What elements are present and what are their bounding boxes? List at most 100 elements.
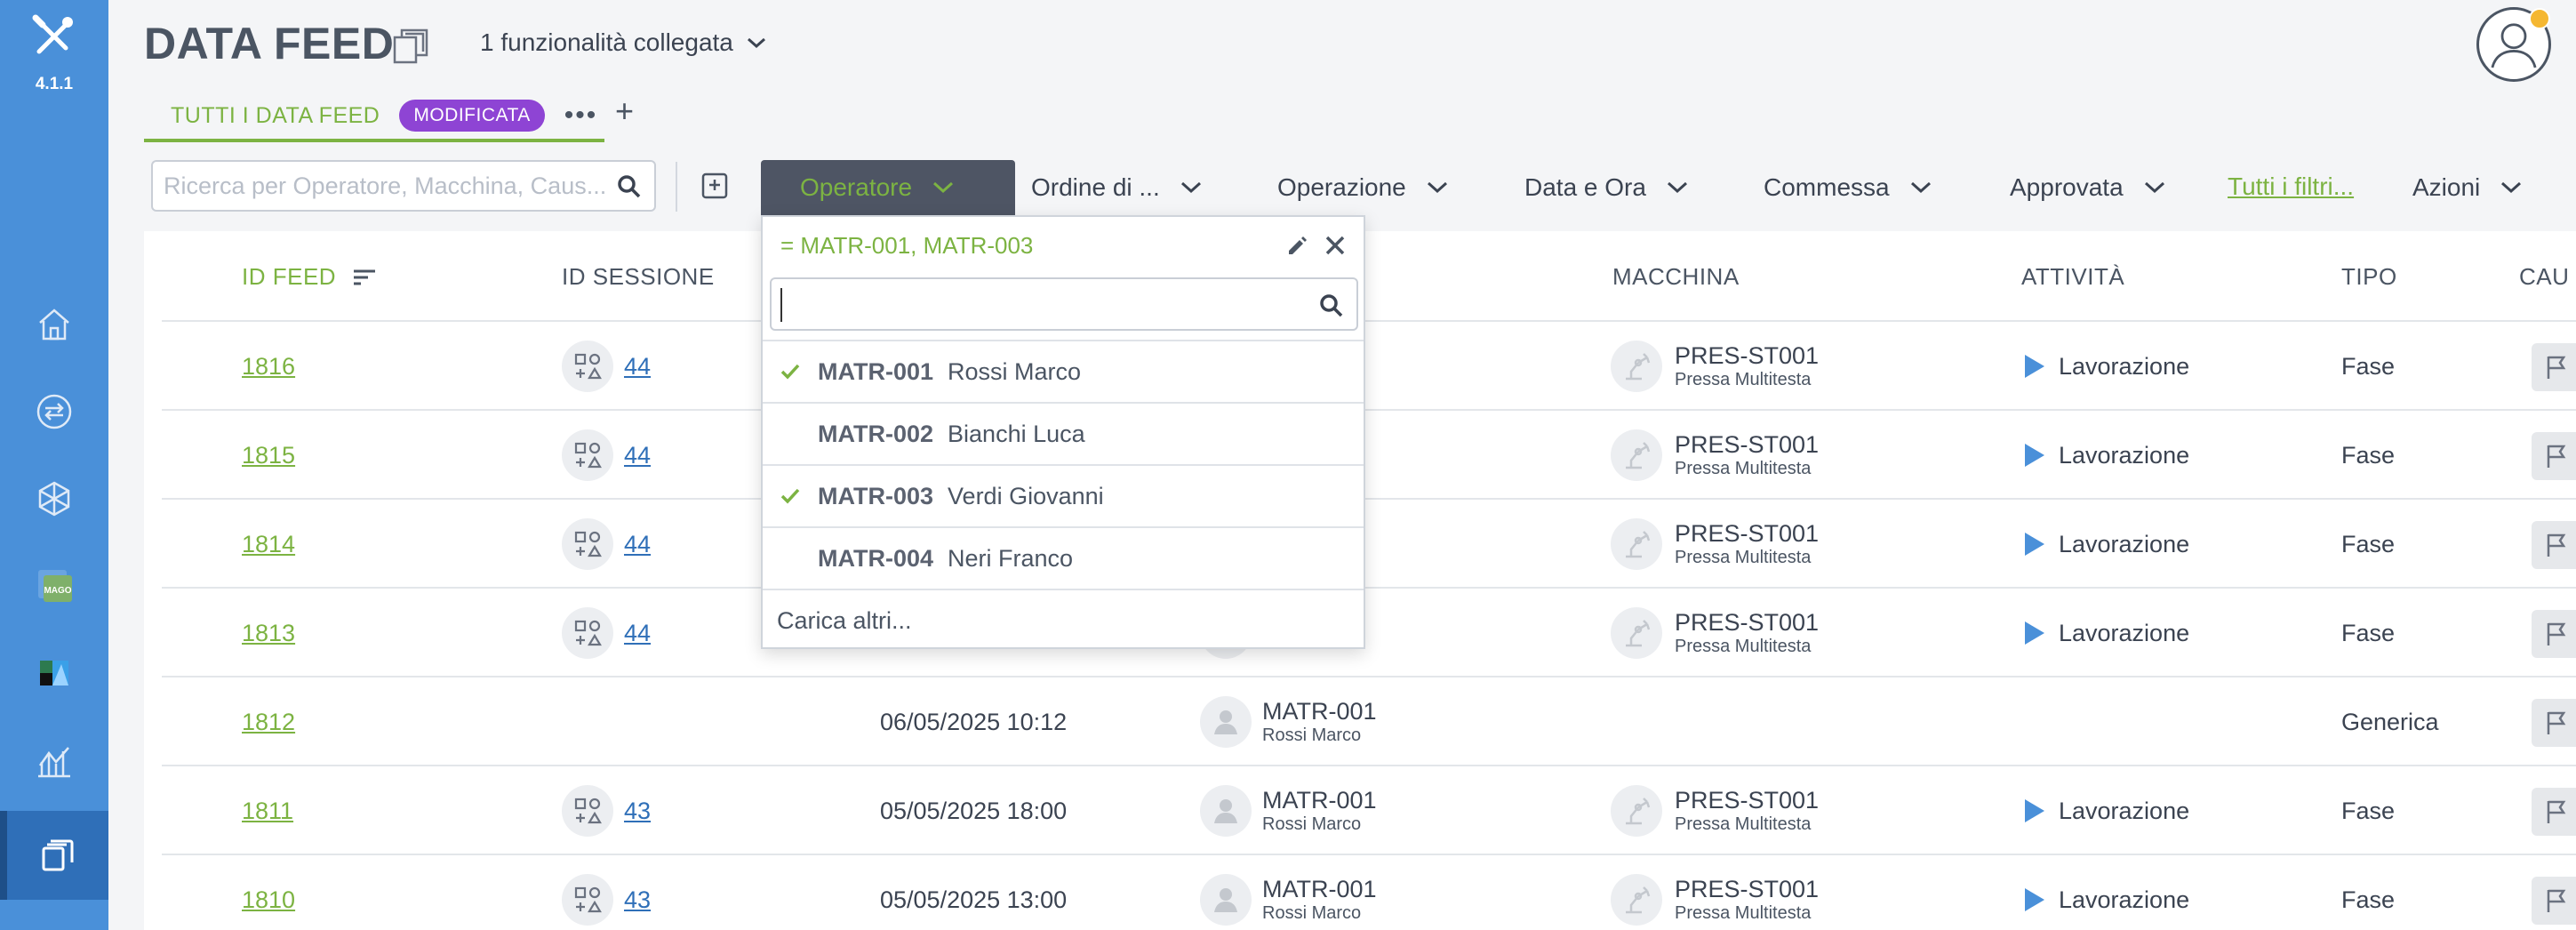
analytics-app-icon[interactable] xyxy=(0,633,108,713)
type-cell: Generica xyxy=(2341,708,2439,735)
chevron-down-icon xyxy=(1910,181,1931,194)
linked-features-dropdown[interactable]: 1 funzionalità collegata xyxy=(480,28,767,57)
column-header-tipo[interactable]: TIPO xyxy=(2341,263,2397,291)
app-logo-wrench-icon[interactable] xyxy=(0,12,108,65)
flag-button[interactable] xyxy=(2532,610,2576,658)
session-link[interactable]: 44 xyxy=(624,620,651,647)
activity-label: Lavorazione xyxy=(2059,797,2190,824)
type-cell: Fase xyxy=(2341,441,2396,469)
option-name: Rossi Marco xyxy=(948,357,1082,385)
id-feed-link[interactable]: 1815 xyxy=(242,442,295,469)
session-icon xyxy=(574,531,602,557)
chart-icon[interactable] xyxy=(0,720,108,800)
session-link[interactable]: 43 xyxy=(624,886,651,914)
id-feed-link[interactable]: 1814 xyxy=(242,531,295,558)
flag-button[interactable] xyxy=(2532,788,2576,836)
data-feed-nav-icon[interactable] xyxy=(0,811,108,900)
operator-option[interactable]: MATR-004 Neri Franco xyxy=(763,526,1364,589)
column-header-macchina[interactable]: MACCHINA xyxy=(1612,263,1740,291)
flag-button[interactable] xyxy=(2532,877,2576,925)
session-link[interactable]: 44 xyxy=(624,531,651,558)
exchange-icon[interactable] xyxy=(0,372,108,452)
table-row[interactable]: 181344Rossi MarcoPRES-ST001Pressa Multit… xyxy=(162,587,2576,676)
machine-icon-wrap xyxy=(1611,429,1662,481)
filter-label: Ordine di ... xyxy=(1031,173,1160,201)
toolbar-divider xyxy=(676,162,677,212)
id-feed-link[interactable]: 1810 xyxy=(242,886,295,914)
table-row[interactable]: 1812 06/05/2025 10:12 MATR-001 Rossi Marco G… xyxy=(162,676,2576,765)
pencil-icon[interactable] xyxy=(1285,235,1308,258)
filter-operatore[interactable]: Operatore xyxy=(761,160,1015,215)
column-header-id-feed[interactable]: ID FEED xyxy=(242,263,377,291)
machine-desc: Pressa Multitesta xyxy=(1675,458,1812,478)
operator-cell: MATR-001 Rossi Marco xyxy=(1200,855,1377,930)
session-cell: 44 xyxy=(562,322,651,411)
close-icon[interactable] xyxy=(1323,233,1348,258)
id-feed-link[interactable]: 1811 xyxy=(242,798,293,825)
flag-button[interactable] xyxy=(2532,521,2576,569)
filter-toolbar: Operatore Ordine di ... Operazione Data … xyxy=(144,156,2576,215)
machine-cell: PRES-ST001 Pressa Multitesta xyxy=(1611,855,1819,930)
filter-label: Operazione xyxy=(1277,173,1406,201)
id-feed-cell: 1813 xyxy=(242,589,295,677)
option-code: MATR-002 xyxy=(818,420,934,447)
activity-cell: Lavorazione xyxy=(2023,500,2189,589)
flag-icon xyxy=(2547,445,2566,468)
copy-icon[interactable] xyxy=(391,25,432,66)
session-link[interactable]: 43 xyxy=(624,798,651,825)
dropdown-search-input[interactable] xyxy=(780,288,1296,322)
column-header-attivita[interactable]: ATTIVITÀ xyxy=(2021,263,2124,291)
session-link[interactable]: 44 xyxy=(624,442,651,469)
filter-label: Operatore xyxy=(800,173,913,201)
search-input[interactable] xyxy=(164,172,617,200)
add-tab-button[interactable]: + xyxy=(615,92,634,130)
table-row[interactable]: 1815 44 PRES-ST001 Pressa Multitesta Lavoraz… xyxy=(162,409,2576,498)
add-filter-icon[interactable] xyxy=(700,171,730,201)
id-feed-cell: 1812 xyxy=(242,677,295,766)
user-avatar-button[interactable] xyxy=(2476,7,2551,82)
all-filters-link[interactable]: Tutti i filtri... xyxy=(2228,172,2354,201)
column-header-label: MACCHINA xyxy=(1612,263,1740,290)
machine-icon-wrap xyxy=(1611,607,1662,659)
filter-ordine[interactable]: Ordine di ... xyxy=(1031,160,1203,215)
tab-more-button[interactable]: ••• xyxy=(564,100,598,131)
machine-desc: Pressa Multitesta xyxy=(1675,636,1812,656)
operator-avatar xyxy=(1200,874,1252,926)
operator-option[interactable]: MATR-002 Bianchi Luca xyxy=(763,402,1364,464)
search-field[interactable] xyxy=(151,160,656,212)
play-icon xyxy=(2025,888,2044,911)
id-feed-link[interactable]: 1812 xyxy=(242,709,295,736)
robot-arm-icon xyxy=(1626,886,1651,914)
selected-operators: = MATR-001, MATR-003 xyxy=(780,231,1034,259)
flag-button[interactable] xyxy=(2532,343,2576,391)
table-row[interactable]: 1810 43 05/05/2025 13:00 MATR-001 Rossi Marc… xyxy=(162,854,2576,930)
table-row[interactable]: 1811 43 05/05/2025 18:00 MATR-001 Rossi Marc… xyxy=(162,765,2576,854)
user-icon xyxy=(1214,799,1237,823)
home-icon[interactable] xyxy=(0,285,108,365)
search-icon[interactable] xyxy=(1319,293,1344,318)
column-header-id-sessione[interactable]: ID SESSIONE xyxy=(562,263,715,291)
flag-button[interactable] xyxy=(2532,432,2576,480)
table-row[interactable]: 1814 44 PRES-ST001 Pressa Multitesta Lavoraz… xyxy=(162,498,2576,587)
filter-data-e-ora[interactable]: Data e Ora xyxy=(1524,160,1689,215)
load-more-button[interactable]: Carica altri... xyxy=(763,589,1364,651)
operator-option[interactable]: MATR-003 Verdi Giovanni xyxy=(763,464,1364,526)
session-link[interactable]: 44 xyxy=(624,353,651,381)
actions-menu[interactable]: Azioni xyxy=(2412,160,2523,215)
id-feed-link[interactable]: 1816 xyxy=(242,353,295,381)
cube-network-icon[interactable] xyxy=(0,459,108,539)
operator-option[interactable]: MATR-001 Rossi Marco xyxy=(763,340,1364,402)
play-icon xyxy=(2025,621,2044,645)
filter-commessa[interactable]: Commessa xyxy=(1764,160,1932,215)
app-version: 4.1.1 xyxy=(35,75,74,93)
search-icon[interactable] xyxy=(617,174,642,199)
filter-approvata[interactable]: Approvata xyxy=(2010,160,2166,215)
table-row[interactable]: 1816 44 PRES-ST001 Pressa Multitesta Lavoraz… xyxy=(162,320,2576,409)
filter-operazione[interactable]: Operazione xyxy=(1277,160,1449,215)
id-feed-link[interactable]: 1813 xyxy=(242,620,295,647)
column-header-causale[interactable]: CAU xyxy=(2519,263,2569,291)
flag-button[interactable] xyxy=(2532,699,2576,747)
tab-tutti-i-data-feed[interactable]: TUTTI I DATA FEED MODIFICATA ••• xyxy=(144,92,604,142)
dropdown-search-field[interactable] xyxy=(770,277,1358,331)
mago-app-icon[interactable]: MAGO xyxy=(0,546,108,626)
